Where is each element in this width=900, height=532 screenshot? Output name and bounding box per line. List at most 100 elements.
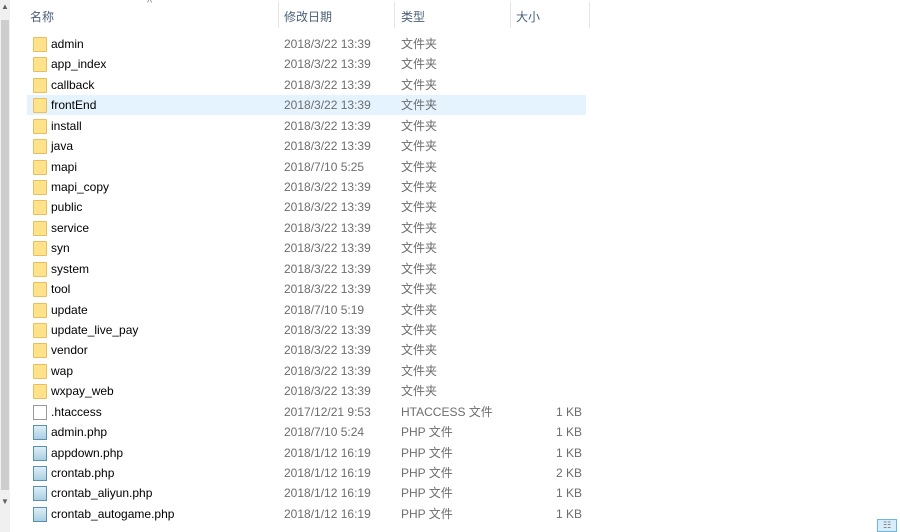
file-date: 2018/1/12 16:19 xyxy=(284,466,371,481)
column-header-size[interactable]: 大小 xyxy=(516,8,540,25)
file-type: 文件夹 xyxy=(401,180,438,194)
file-date: 2018/3/22 13:39 xyxy=(284,77,371,92)
file-date: 2018/3/22 13:39 xyxy=(284,363,371,378)
scroll-up-icon[interactable]: ▲ xyxy=(0,2,10,11)
file-date: 2018/3/22 13:39 xyxy=(284,37,371,51)
folder-icon xyxy=(33,384,47,400)
file-name: syn xyxy=(51,241,70,256)
file-row[interactable]: admin.php 2018/7/10 5:24 PHP 文件 1 KB xyxy=(27,422,586,442)
file-date: 2018/3/22 13:39 xyxy=(284,118,371,133)
file-name: public xyxy=(51,200,83,215)
file-row[interactable]: app_index 2018/3/22 13:39 文件夹 xyxy=(27,54,586,74)
file-name: install xyxy=(51,118,82,133)
folder-icon xyxy=(33,241,47,257)
file-row[interactable]: update 2018/7/10 5:19 文件夹 xyxy=(27,300,586,320)
column-header-name[interactable]: 名称 xyxy=(30,8,54,25)
file-type: 文件夹 xyxy=(401,363,438,378)
file-name: frontEnd xyxy=(51,98,97,113)
file-row[interactable]: crontab_aliyun.php 2018/1/12 16:19 PHP 文件 1… xyxy=(27,483,586,503)
file-row[interactable]: system 2018/3/22 13:39 文件夹 xyxy=(27,259,586,279)
file-date: 2018/3/22 13:39 xyxy=(284,384,371,399)
file-row[interactable]: .htaccess 2017/12/21 9:53 HTACCESS 文件 1 KB xyxy=(27,402,586,422)
file-type: PHP 文件 xyxy=(401,425,453,440)
scrollbar-thumb[interactable] xyxy=(1,20,9,490)
file-date: 2018/3/22 13:39 xyxy=(284,323,371,338)
file-name: service xyxy=(51,220,90,235)
file-date: 2018/3/22 13:39 xyxy=(284,343,371,358)
file-row[interactable]: public 2018/3/22 13:39 文件夹 xyxy=(27,197,586,217)
file-type: 文件夹 xyxy=(401,282,438,297)
folder-icon xyxy=(33,220,47,236)
folder-icon xyxy=(33,118,47,134)
file-name: java xyxy=(51,139,74,154)
file-name: crontab_autogame.php xyxy=(51,506,175,521)
file-row[interactable]: callback 2018/3/22 13:39 文件夹 xyxy=(27,75,586,95)
sort-ascending-icon: ^ xyxy=(147,0,153,9)
folder-icon xyxy=(33,180,47,195)
file-row[interactable]: service 2018/3/22 13:39 文件夹 xyxy=(27,218,586,238)
column-divider[interactable] xyxy=(394,2,395,28)
file-row[interactable]: mapi_copy 2018/3/22 13:39 文件夹 xyxy=(27,177,586,197)
file-type: PHP 文件 xyxy=(401,506,453,521)
file-date: 2018/3/22 13:39 xyxy=(284,200,371,215)
file-row[interactable]: crontab.php 2018/1/12 16:19 PHP 文件 2 KB xyxy=(27,463,586,483)
file-type: 文件夹 xyxy=(401,384,438,399)
file-row[interactable]: crontab_autogame.php 2018/1/12 16:19 PHP 文… xyxy=(27,504,586,524)
file-name: mapi xyxy=(51,159,78,174)
file-name: wxpay_web xyxy=(51,384,114,399)
column-header: ^ 名称 修改日期 类型 大小 xyxy=(22,0,592,30)
file-row[interactable]: tool 2018/3/22 13:39 文件夹 xyxy=(27,279,586,299)
file-row[interactable]: wxpay_web 2018/3/22 13:39 文件夹 xyxy=(27,381,586,401)
folder-icon xyxy=(33,57,47,73)
file-size: 2 KB xyxy=(555,466,582,481)
column-header-type[interactable]: 类型 xyxy=(401,8,425,25)
file-type: 文件夹 xyxy=(401,241,438,256)
file-row[interactable]: wap 2018/3/22 13:39 文件夹 xyxy=(27,361,586,381)
file-row[interactable]: vendor 2018/3/22 13:39 文件夹 xyxy=(27,340,586,360)
folder-icon xyxy=(33,323,47,339)
details-view-icon: ☷ xyxy=(882,520,892,530)
folder-icon xyxy=(33,77,47,93)
file-row[interactable]: appdown.php 2018/1/12 16:19 PHP 文件 1 KB xyxy=(27,443,586,463)
column-divider[interactable] xyxy=(589,2,590,28)
file-type: 文件夹 xyxy=(401,118,438,133)
file-date: 2018/1/12 16:19 xyxy=(284,486,371,501)
file-type: 文件夹 xyxy=(401,220,438,235)
file-date: 2017/12/21 9:53 xyxy=(284,404,371,419)
file-row[interactable]: syn 2018/3/22 13:39 文件夹 xyxy=(27,238,586,258)
file-name: app_index xyxy=(51,57,107,72)
folder-icon xyxy=(33,282,47,298)
column-divider[interactable] xyxy=(278,2,279,28)
file-date: 2018/3/22 13:39 xyxy=(284,261,371,276)
file-date: 2018/7/10 5:24 xyxy=(284,425,365,440)
column-header-date[interactable]: 修改日期 xyxy=(284,8,332,25)
file-type: 文件夹 xyxy=(401,302,438,317)
column-divider[interactable] xyxy=(510,2,511,28)
folder-icon xyxy=(33,261,47,277)
file-name: tool xyxy=(51,282,71,297)
folder-icon xyxy=(33,302,47,318)
php-file-icon xyxy=(33,506,47,522)
file-row[interactable]: install 2018/3/22 13:39 文件夹 xyxy=(27,116,586,136)
file-name: mapi_copy xyxy=(51,180,110,194)
folder-icon xyxy=(33,37,47,52)
php-file-icon xyxy=(33,486,47,502)
details-view-button[interactable]: ☷ xyxy=(877,519,897,532)
file-name: admin xyxy=(51,37,84,51)
file-size: 1 KB xyxy=(555,425,582,440)
vertical-scrollbar[interactable]: ▲ ▼ xyxy=(0,0,10,532)
file-type: 文件夹 xyxy=(401,261,438,276)
scroll-down-icon[interactable]: ▼ xyxy=(0,497,10,506)
file-row[interactable]: admin 2018/3/22 13:39 文件夹 xyxy=(27,34,586,54)
file-type: 文件夹 xyxy=(401,159,438,174)
php-file-icon xyxy=(33,445,47,461)
file-row[interactable]: mapi 2018/7/10 5:25 文件夹 xyxy=(27,157,586,177)
file-row[interactable]: frontEnd 2018/3/22 13:39 文件夹 xyxy=(27,95,586,116)
file-name: callback xyxy=(51,77,95,92)
file-row[interactable]: update_live_pay 2018/3/22 13:39 文件夹 xyxy=(27,320,586,340)
file-date: 2018/1/12 16:19 xyxy=(284,445,371,460)
file-size: 1 KB xyxy=(555,506,582,521)
folder-icon xyxy=(33,343,47,359)
file-date: 2018/3/22 13:39 xyxy=(284,241,371,256)
file-row[interactable]: java 2018/3/22 13:39 文件夹 xyxy=(27,136,586,156)
